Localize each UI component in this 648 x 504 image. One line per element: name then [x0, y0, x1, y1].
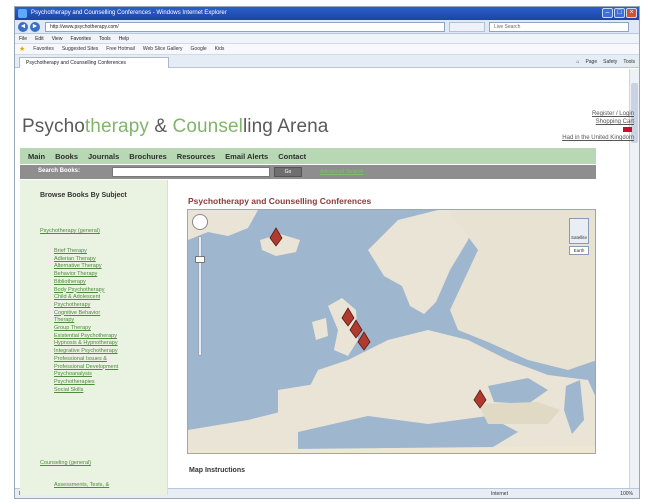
- page-heading: Psychotherapy and Counselling Conference…: [188, 196, 372, 206]
- tab-active[interactable]: Psychotherapy and Counselling Conference…: [19, 57, 169, 68]
- map-type-button[interactable]: Satellite: [569, 218, 589, 244]
- fav-free-hotmail[interactable]: Free Hotmail: [106, 44, 135, 55]
- photo-frame: Psychotherapy and Counselling Conference…: [0, 0, 648, 504]
- uk-flag-icon: [623, 126, 632, 132]
- search-go-button[interactable]: Go: [274, 167, 302, 177]
- menu-favorites[interactable]: Favorites: [70, 34, 91, 43]
- nav-resources[interactable]: Resources: [177, 152, 215, 161]
- tab-row: Psychotherapy and Counselling Conference…: [15, 55, 639, 68]
- back-button[interactable]: ◄: [18, 22, 28, 32]
- fav-kids[interactable]: Kids: [215, 44, 225, 55]
- advanced-search-link[interactable]: Advanced Search: [320, 169, 363, 175]
- search-books-input[interactable]: [112, 167, 270, 177]
- site-title: Psychotherapy & Counselling Arena: [22, 116, 329, 137]
- favorites-bar: ★ Favorites Suggested Sites Free Hotmail…: [15, 44, 639, 55]
- conference-map[interactable]: Satellite Earth: [187, 209, 596, 454]
- sidebar-item[interactable]: Psychoanalysis: [54, 371, 118, 379]
- menu-tools[interactable]: Tools: [99, 34, 111, 43]
- shopping-cart-link[interactable]: Shopping Cart: [562, 118, 634, 126]
- sidebar-item[interactable]: Brief Therapy: [54, 248, 118, 256]
- sidebar-category-assessments[interactable]: Assessments, Tests, &: [54, 482, 109, 488]
- map-zoom-control: [192, 214, 208, 364]
- minimize-button[interactable]: –: [602, 8, 613, 18]
- fav-google[interactable]: Google: [191, 44, 207, 55]
- window-title: Psychotherapy and Counselling Conference…: [31, 10, 227, 16]
- nav-brochures[interactable]: Brochures: [129, 152, 167, 161]
- sidebar-item[interactable]: Therapy: [54, 317, 118, 325]
- nav-journals[interactable]: Journals: [88, 152, 119, 161]
- sidebar-title: Browse Books By Subject: [40, 192, 127, 199]
- cmd-tools[interactable]: Tools: [623, 57, 635, 67]
- menu-edit[interactable]: Edit: [35, 34, 44, 43]
- browser-search-input[interactable]: Live Search: [489, 22, 629, 32]
- subject-sidebar: Browse Books By Subject Psychotherapy (g…: [20, 180, 168, 495]
- sidebar-item[interactable]: Bibliotherapy: [54, 279, 118, 287]
- register-login-link[interactable]: Register / Login: [562, 110, 634, 118]
- sidebar-item[interactable]: Psychotherapy: [54, 302, 118, 310]
- menu-view[interactable]: View: [52, 34, 63, 43]
- nav-books[interactable]: Books: [55, 152, 78, 161]
- menu-bar: File Edit View Favorites Tools Help: [15, 34, 639, 44]
- search-books-label: Search Books:: [38, 168, 81, 174]
- refresh-stop-buttons[interactable]: [449, 22, 485, 32]
- sidebar-item[interactable]: Psychotherapies: [54, 379, 118, 387]
- sidebar-item[interactable]: Body Psychotherapy: [54, 287, 118, 295]
- sidebar-item[interactable]: Adlerian Therapy: [54, 256, 118, 264]
- sidebar-item[interactable]: Professional Issues &: [54, 356, 118, 364]
- sidebar-category-counseling[interactable]: Counseling (general): [40, 460, 91, 466]
- region-link[interactable]: Had in the United Kingdom: [562, 126, 634, 142]
- main-nav: Main Books Journals Brochures Resources …: [20, 148, 596, 164]
- cmd-page[interactable]: Page: [585, 57, 597, 67]
- sidebar-item[interactable]: Child & Adolescent: [54, 294, 118, 302]
- nav-main[interactable]: Main: [28, 152, 45, 161]
- window-titlebar: Psychotherapy and Counselling Conference…: [15, 7, 639, 20]
- forward-button[interactable]: ►: [30, 22, 40, 32]
- sidebar-item[interactable]: Integrative Psychotherapy: [54, 348, 118, 356]
- sidebar-item[interactable]: Alternative Therapy: [54, 263, 118, 271]
- menu-help[interactable]: Help: [119, 34, 129, 43]
- nav-contact[interactable]: Contact: [278, 152, 306, 161]
- sidebar-item[interactable]: Cognitive Behavior: [54, 310, 118, 318]
- fav-favorites[interactable]: Favorites: [33, 44, 54, 55]
- address-bar: ◄ ► http://www.psychotherapy.com/ Live S…: [15, 20, 639, 34]
- fav-web-slice-gallery[interactable]: Web Slice Gallery: [143, 44, 183, 55]
- map-pan-control[interactable]: [192, 214, 208, 230]
- home-icon[interactable]: ⌂: [576, 57, 579, 67]
- menu-file[interactable]: File: [19, 34, 27, 43]
- sidebar-item[interactable]: Existential Psychotherapy: [54, 333, 118, 341]
- cmd-safety[interactable]: Safety: [603, 57, 617, 67]
- map-zoom-slider[interactable]: [198, 236, 202, 356]
- security-zone: Internet: [491, 491, 508, 497]
- star-icon: ★: [19, 45, 26, 53]
- ie-icon: [18, 9, 27, 18]
- map-canvas: [188, 210, 595, 453]
- book-search-bar: Search Books: Go Advanced Search: [20, 165, 596, 179]
- sidebar-item[interactable]: Social Skills: [54, 387, 118, 395]
- command-bar: ⌂ Page Safety Tools: [576, 57, 635, 67]
- nav-email-alerts[interactable]: Email Alerts: [225, 152, 268, 161]
- sidebar-item[interactable]: Behavior Therapy: [54, 271, 118, 279]
- url-field[interactable]: http://www.psychotherapy.com/: [45, 22, 445, 32]
- sidebar-item[interactable]: Group Therapy: [54, 325, 118, 333]
- sidebar-subject-list: Brief Therapy Adlerian Therapy Alternati…: [54, 248, 118, 394]
- window-controls: – □ ×: [602, 8, 637, 18]
- sidebar-item[interactable]: Professional Development: [54, 364, 118, 372]
- map-earth-button[interactable]: Earth: [569, 246, 589, 255]
- maximize-button[interactable]: □: [614, 8, 625, 18]
- sidebar-item[interactable]: Hypnosis & Hypnotherapy: [54, 340, 118, 348]
- sidebar-category-psychotherapy[interactable]: Psychotherapy (general): [40, 228, 100, 234]
- map-instructions-heading: Map Instructions: [189, 467, 246, 474]
- map-zoom-handle[interactable]: [195, 256, 205, 263]
- header-links: Register / Login Shopping Cart Had in th…: [562, 110, 634, 142]
- zoom-level[interactable]: 100%: [620, 489, 633, 498]
- fav-suggested-sites[interactable]: Suggested Sites: [62, 44, 98, 55]
- close-button[interactable]: ×: [626, 8, 637, 18]
